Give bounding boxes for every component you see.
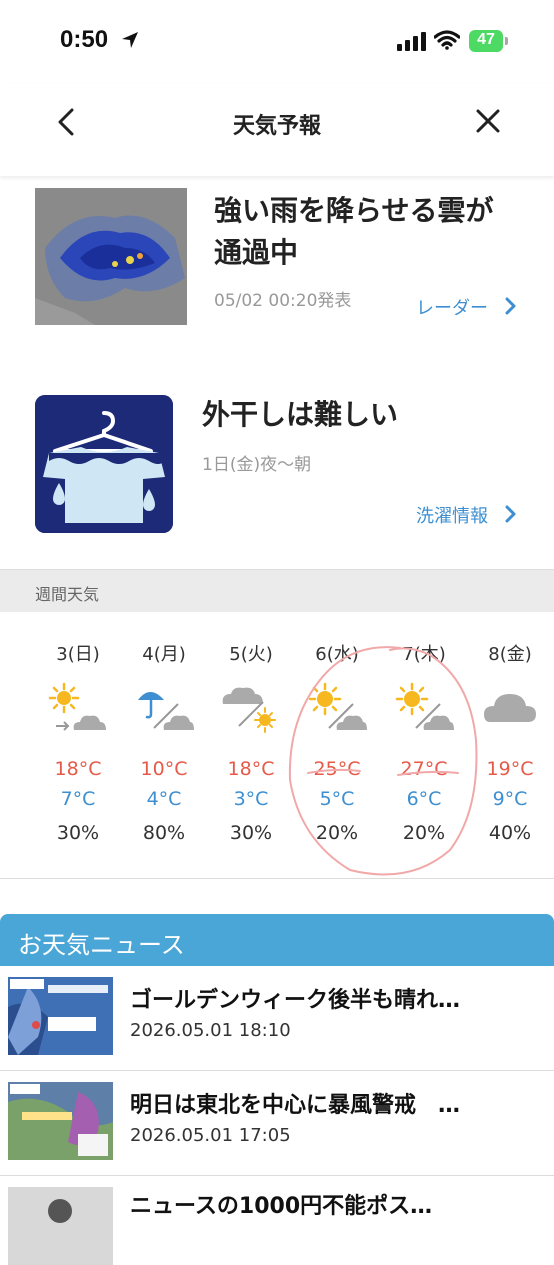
low-temp: 6°C (406, 788, 442, 810)
day-label: 8(金) (488, 644, 532, 665)
low-temp: 4°C (146, 788, 182, 810)
status-time: 0:50 (60, 26, 109, 53)
cellular-signal-icon (397, 32, 426, 51)
low-temp: 5°C (319, 788, 355, 810)
cloud-then-sun-icon (222, 687, 276, 733)
sun-then-cloud-icon (308, 682, 367, 730)
high-temp: 18°C (227, 758, 275, 780)
close-button[interactable] (466, 102, 510, 142)
radar-link-label: レーダー (416, 298, 488, 319)
day-label: 3(日) (56, 644, 100, 665)
sun-then-cloud-icon (48, 682, 106, 731)
news-thumbnail (8, 1082, 113, 1160)
news-item[interactable]: 明日は東北を中心に暴風警戒 … 2026.05.01 17:05 (0, 1071, 554, 1176)
laundry-link[interactable]: 洗濯情報 (416, 502, 526, 528)
battery-level: 47 (477, 31, 495, 48)
news-title: 明日は東北を中心に暴風警戒 … (130, 1093, 461, 1118)
precip-probability: 20% (402, 822, 446, 844)
news-title: ゴールデンウィーク後半も晴れ… (130, 988, 461, 1013)
day-label: 7(木) (402, 644, 446, 665)
navigation-bar: 天気予報 (0, 84, 554, 176)
weather-news-header: お天気ニュース (0, 914, 554, 966)
weather-news-title: お天気ニュース (18, 931, 185, 959)
cloud-icon (484, 694, 536, 722)
chevron-right-icon (505, 505, 516, 523)
weekly-weather-header: 週間天気 (0, 569, 554, 612)
battery-icon: 47 (469, 30, 509, 52)
radar-map-image (35, 188, 187, 325)
low-temp: 7°C (60, 788, 96, 810)
day-label: 5(火) (229, 644, 273, 665)
radar-title-line2: 通過中 (214, 236, 299, 269)
radar-title-line1: 強い雨を降らせる雲が (214, 194, 494, 227)
weekly-weather-title: 週間天気 (35, 585, 100, 604)
high-temp: 25°C (313, 758, 361, 780)
high-temp: 10°C (140, 758, 188, 780)
laundry-title: 外干しは難しい (202, 398, 399, 431)
precip-probability: 80% (142, 822, 186, 844)
day-label: 4(月) (142, 644, 186, 665)
sun-then-cloud-icon (395, 682, 454, 730)
laundry-link-label: 洗濯情報 (416, 506, 488, 527)
radar-thumbnail[interactable] (35, 188, 187, 325)
high-temp: 19°C (486, 758, 534, 780)
news-item[interactable]: ニュースの1000円不能ポス… (0, 1176, 554, 1265)
precip-probability: 40% (488, 822, 532, 844)
news-title: ニュースの1000円不能ポス… (130, 1194, 433, 1219)
wifi-icon (434, 30, 460, 50)
location-arrow-icon (122, 32, 138, 48)
news-date: 2026.05.01 17:05 (130, 1125, 291, 1146)
status-bar: 0:50 47 (0, 0, 554, 84)
low-temp: 3°C (233, 788, 269, 810)
chevron-right-icon (505, 297, 516, 315)
day-label: 6(水) (315, 644, 359, 665)
umbrella-then-cloud-icon (138, 692, 194, 730)
low-temp: 9°C (492, 788, 528, 810)
laundry-period: 1日(金)夜〜朝 (202, 455, 312, 475)
high-temp: 18°C (54, 758, 102, 780)
news-date: 2026.05.01 18:10 (130, 1020, 291, 1041)
radar-link[interactable]: レーダー (416, 294, 526, 320)
divider (0, 878, 554, 879)
precip-probability: 30% (229, 822, 273, 844)
high-temp: 27°C (400, 758, 448, 780)
precip-probability: 20% (315, 822, 359, 844)
radar-timestamp: 05/02 00:20発表 (214, 291, 352, 311)
news-item[interactable]: ゴールデンウィーク後半も晴れ… 2026.05.01 18:10 (0, 966, 554, 1071)
precip-probability: 30% (56, 822, 100, 844)
news-thumbnail (8, 977, 113, 1055)
laundry-icon (35, 395, 173, 533)
